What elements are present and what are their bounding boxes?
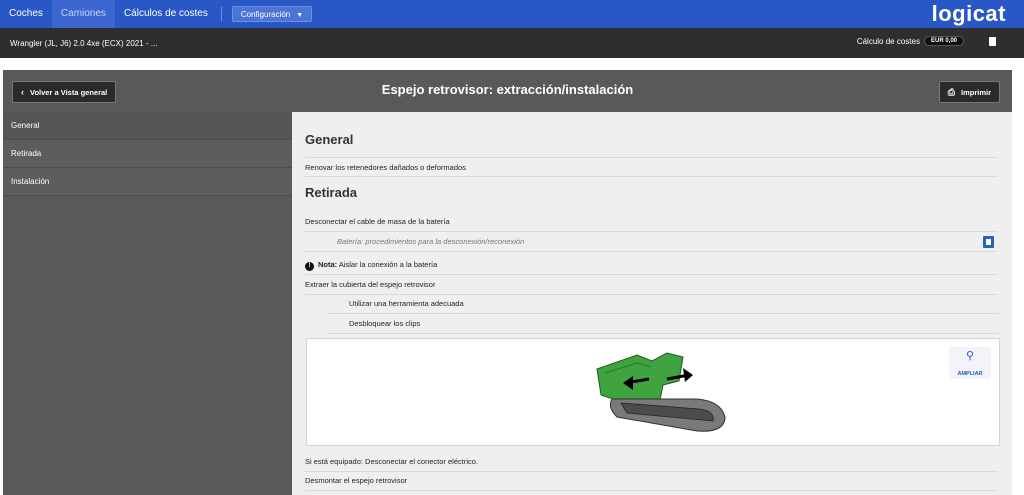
zoom-button[interactable]: ⚲ AMPLIAR	[949, 347, 991, 379]
cost-label: Cálculo de costes	[856, 36, 920, 46]
configuracion-dropdown[interactable]: Configuración ▼	[231, 6, 313, 22]
list-item: Si está equipado: Desconectar el conecto…	[305, 452, 998, 472]
nav-coches[interactable]: Coches	[0, 0, 52, 28]
note-text: Aislar la conexión a la batería	[338, 260, 438, 269]
vehicle-bar: Wrangler (JL, J6) 2.0 4xe (ECX) 2021 - .…	[0, 28, 1024, 58]
document-icon[interactable]	[983, 236, 994, 248]
note-prefix: Nota:	[318, 260, 338, 269]
sidebar-item-retirada[interactable]: Retirada	[3, 140, 292, 168]
battery-procedure-label: Batería: procedimientos para la desconex…	[337, 237, 525, 246]
list-item: Extraer la cubierta del espejo retroviso…	[305, 275, 998, 295]
configuracion-label: Configuración	[240, 10, 291, 19]
arrow-right-head-shape	[683, 368, 693, 382]
nav-calculos-de-costes[interactable]: Cálculos de costes	[115, 0, 217, 28]
cost-calculation[interactable]: Cálculo de costes EUR 0,00	[857, 36, 964, 46]
print-icon: ⎙	[947, 86, 955, 97]
mirror-figure: ⚲ AMPLIAR	[306, 338, 1000, 446]
page-header: ‹ Volver a Vista general Espejo retrovis…	[3, 70, 1012, 112]
main-content: General Renovar los retenedores dañados …	[292, 112, 1012, 495]
battery-procedure-link[interactable]: Batería: procedimientos para la desconex…	[305, 232, 998, 252]
logicat-logo[interactable]: logicat	[932, 1, 1006, 27]
list-item: Renovar los retenedores dañados o deform…	[305, 157, 998, 177]
sidebar: General Retirada Instalación	[3, 112, 292, 495]
magnifier-icon: ⚲	[965, 350, 975, 362]
mirror-illustration	[596, 352, 726, 432]
section-heading-retirada: Retirada	[305, 185, 358, 200]
zoom-button-label: AMPLIAR	[957, 371, 983, 377]
print-button-label: Imprimir	[960, 87, 991, 97]
info-icon: !	[305, 262, 314, 271]
list-item: Desconectar el cable de masa de la bater…	[305, 212, 998, 232]
section-heading-general: General	[305, 132, 354, 147]
list-item: Desmontar el espejo retrovisor	[305, 471, 998, 491]
calculator-icon[interactable]	[989, 37, 996, 46]
caret-down-icon: ▼	[296, 12, 304, 19]
sidebar-item-general[interactable]: General	[3, 112, 292, 140]
page-title: Espejo retrovisor: extracción/instalació…	[381, 82, 634, 97]
print-button[interactable]: ⎙ Imprimir	[938, 81, 1000, 103]
cost-value-badge: EUR 0,00	[923, 36, 964, 46]
nav-divider	[220, 7, 222, 21]
sidebar-item-instalacion[interactable]: Instalación	[3, 168, 292, 196]
vehicle-title[interactable]: Wrangler (JL, J6) 2.0 4xe (ECX) 2021 - .…	[0, 39, 157, 48]
top-nav: Coches Camiones Cálculos de costes Confi…	[0, 0, 1024, 28]
list-item: Utilizar una herramienta adecuada	[327, 294, 999, 314]
list-item: Desbloquear los clips	[327, 314, 999, 334]
nav-camiones[interactable]: Camiones	[51, 0, 115, 28]
note-row: ! Nota: Aislar la conexión a la batería	[305, 255, 998, 275]
